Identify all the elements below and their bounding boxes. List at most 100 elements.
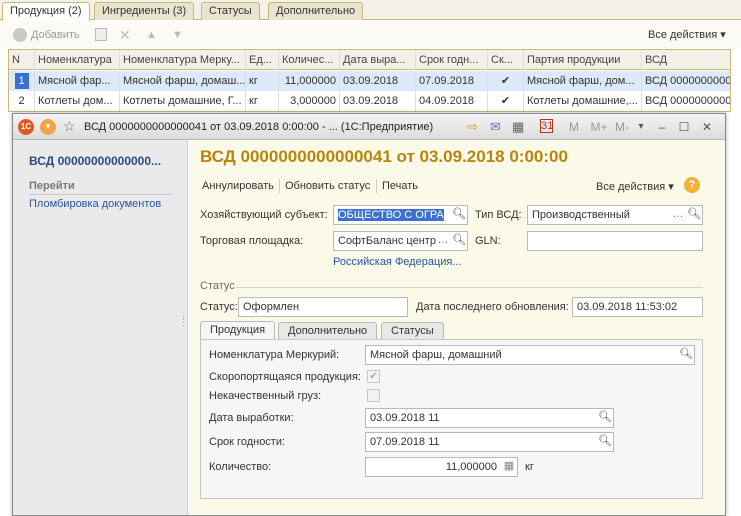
favorite-star-icon[interactable]: ☆ bbox=[63, 118, 76, 135]
entity-value: ОБЩЕСТВО С ОГРА bbox=[338, 209, 444, 221]
checkmark-icon[interactable]: ✔ bbox=[488, 91, 524, 111]
vsd-type-field[interactable]: Производственный … 🔍︎ bbox=[527, 205, 703, 225]
column-header[interactable]: Количес... bbox=[279, 50, 340, 70]
delete-icon[interactable]: ✕ bbox=[119, 27, 131, 43]
calculator-icon[interactable]: ▦ bbox=[501, 458, 517, 476]
production-date-field[interactable]: 03.09.2018 11 🔍︎ bbox=[365, 408, 614, 428]
app-logo-icon[interactable]: 1С bbox=[18, 119, 34, 135]
table-cell[interactable]: 03.09.2018 bbox=[340, 71, 416, 91]
column-header[interactable]: Номенклатура Мерку... bbox=[120, 50, 246, 70]
table-cell[interactable]: Котлеты домашние, Г... bbox=[120, 91, 246, 111]
column-header[interactable]: ВСД bbox=[642, 50, 730, 70]
sidebar-item-sealing-documents[interactable]: Пломбировка документов bbox=[29, 198, 161, 210]
table-cell[interactable]: 3,000000 bbox=[279, 91, 340, 111]
table-cell[interactable]: 11,000000 bbox=[279, 71, 340, 91]
refresh-status-button[interactable]: Обновить статус bbox=[285, 180, 370, 192]
memory-minus-button[interactable]: M- bbox=[612, 118, 632, 136]
low-quality-checkbox[interactable] bbox=[367, 389, 380, 402]
toolbar-divider bbox=[279, 179, 280, 193]
table-cell[interactable]: 04.09.2018 bbox=[416, 91, 488, 111]
nomenclature-field[interactable]: Мясной фарш, домашний 🔍︎ bbox=[365, 345, 695, 365]
close-icon[interactable]: ✕ bbox=[700, 118, 714, 136]
table-cell[interactable]: кг bbox=[246, 91, 279, 111]
gln-label: GLN: bbox=[475, 235, 501, 247]
move-down-icon[interactable]: ▼ bbox=[172, 27, 183, 43]
search-icon[interactable]: 🔍︎ bbox=[597, 433, 613, 451]
all-actions-button[interactable]: Все действия ▾ bbox=[596, 180, 674, 193]
site-label: Торговая площадка: bbox=[200, 235, 304, 247]
perishable-checkbox[interactable]: ✔ bbox=[367, 370, 380, 383]
panel-splitter-handle[interactable]: ⋮ ⋮ bbox=[179, 312, 188, 327]
table-cell[interactable]: 03.09.2018 bbox=[340, 91, 416, 111]
quantity-value: 11,000000 bbox=[445, 461, 497, 473]
tab-statuses[interactable]: Статусы bbox=[381, 322, 444, 340]
entity-field[interactable]: ОБЩЕСТВО С ОГРА 🔍︎ bbox=[333, 205, 468, 225]
grid-icon[interactable]: ▦ bbox=[512, 119, 524, 135]
copy-icon[interactable] bbox=[95, 28, 107, 41]
table-row[interactable]: 1 bbox=[9, 71, 35, 91]
bookmark-icon[interactable]: ✉ bbox=[490, 119, 501, 135]
column-header[interactable]: Партия продукции bbox=[524, 50, 642, 70]
vsd-type-value: Производственный bbox=[532, 209, 630, 221]
annul-button[interactable]: Аннулировать bbox=[202, 180, 274, 192]
gln-field[interactable] bbox=[527, 231, 703, 251]
search-icon[interactable]: 🔍︎ bbox=[451, 232, 467, 250]
tab-statuses[interactable]: Статусы bbox=[201, 2, 260, 20]
move-up-icon[interactable]: ▲ bbox=[146, 27, 157, 43]
all-actions-button[interactable]: Все действия ▾ bbox=[648, 27, 726, 43]
column-header[interactable]: Номенклатура bbox=[35, 50, 120, 70]
table-cell[interactable]: кг bbox=[246, 71, 279, 91]
column-header[interactable]: Ск... bbox=[488, 50, 524, 70]
vsd-document-window: 1С ▾ ☆ ВСД 0000000000000041 от 03.09.201… bbox=[12, 113, 726, 516]
tab-ingredients[interactable]: Ингредиенты (3) bbox=[94, 2, 195, 20]
table-cell[interactable]: Котлеты дом... bbox=[35, 91, 120, 111]
maximize-icon[interactable]: ☐ bbox=[677, 118, 691, 136]
tab-additional[interactable]: Дополнительно bbox=[268, 2, 364, 20]
checkmark-icon[interactable]: ✔ bbox=[488, 71, 524, 91]
search-icon[interactable]: 🔍︎ bbox=[686, 206, 702, 224]
nomenclature-value: Мясной фарш, домашний bbox=[370, 349, 502, 361]
table-cell[interactable]: Котлеты домашние,... bbox=[524, 91, 642, 111]
expiry-date-field[interactable]: 07.09.2018 11 🔍︎ bbox=[365, 432, 614, 452]
help-icon[interactable]: ? bbox=[684, 177, 700, 193]
menu-chevron-icon[interactable]: ▾ bbox=[40, 119, 56, 135]
site-field[interactable]: СофтБаланс центр … 🔍︎ bbox=[333, 231, 468, 251]
ellipsis-icon[interactable]: … bbox=[435, 232, 451, 250]
perishable-label: Скоропортящаяся продукция: bbox=[209, 371, 361, 383]
tab-additional[interactable]: Дополнительно bbox=[278, 322, 378, 340]
table-cell[interactable]: 07.09.2018 bbox=[416, 71, 488, 91]
column-header[interactable]: Ед... bbox=[246, 50, 279, 70]
expiry-date-value: 07.09.2018 11 bbox=[370, 436, 440, 448]
column-header[interactable]: Дата выра... bbox=[340, 50, 416, 70]
table-cell[interactable]: ВСД 000000000000 bbox=[642, 71, 730, 91]
table-cell[interactable]: Мясной фарш, дом... bbox=[524, 71, 642, 91]
last-update-field[interactable]: 03.09.2018 11:53:02 bbox=[572, 297, 703, 317]
tab-product[interactable]: Продукция bbox=[200, 321, 276, 340]
column-header[interactable]: Срок годн... bbox=[416, 50, 488, 70]
quantity-label: Количество: bbox=[209, 461, 272, 473]
search-icon[interactable]: 🔍︎ bbox=[678, 346, 694, 364]
vsd-type-label: Тип ВСД: bbox=[475, 209, 522, 221]
row-number[interactable]: 2 bbox=[9, 91, 35, 111]
search-icon[interactable]: 🔍︎ bbox=[451, 206, 467, 224]
table-cell[interactable]: Мясной фарш, домаш... bbox=[120, 71, 246, 91]
link-arrow-icon[interactable]: ⇨ bbox=[467, 119, 478, 135]
status-field[interactable]: Оформлен bbox=[238, 297, 408, 317]
search-icon[interactable]: 🔍︎ bbox=[597, 409, 613, 427]
add-button[interactable]: Добавить bbox=[31, 27, 80, 43]
memory-plus-button[interactable]: M+ bbox=[588, 118, 610, 136]
column-header[interactable]: N bbox=[9, 50, 35, 70]
calendar-icon[interactable]: 31 bbox=[540, 119, 553, 133]
table-cell[interactable]: ВСД 000000000000 bbox=[642, 91, 730, 111]
table-cell[interactable]: Мясной фар... bbox=[35, 71, 120, 91]
quantity-field[interactable]: 11,000000 ▦ bbox=[365, 457, 518, 477]
print-button[interactable]: Печать bbox=[382, 180, 418, 192]
window-menu-chevron-icon[interactable]: ▾ bbox=[634, 118, 648, 136]
memory-button[interactable]: M bbox=[566, 118, 582, 136]
minimize-icon[interactable]: – bbox=[655, 118, 669, 136]
country-link[interactable]: Российская Федерация... bbox=[333, 256, 462, 268]
window-titlebar[interactable]: 1С ▾ ☆ ВСД 0000000000000041 от 03.09.201… bbox=[13, 114, 725, 140]
toolbar-divider bbox=[376, 179, 377, 193]
tab-products[interactable]: Продукция (2) bbox=[2, 2, 90, 21]
ellipsis-icon[interactable]: … bbox=[670, 206, 686, 224]
